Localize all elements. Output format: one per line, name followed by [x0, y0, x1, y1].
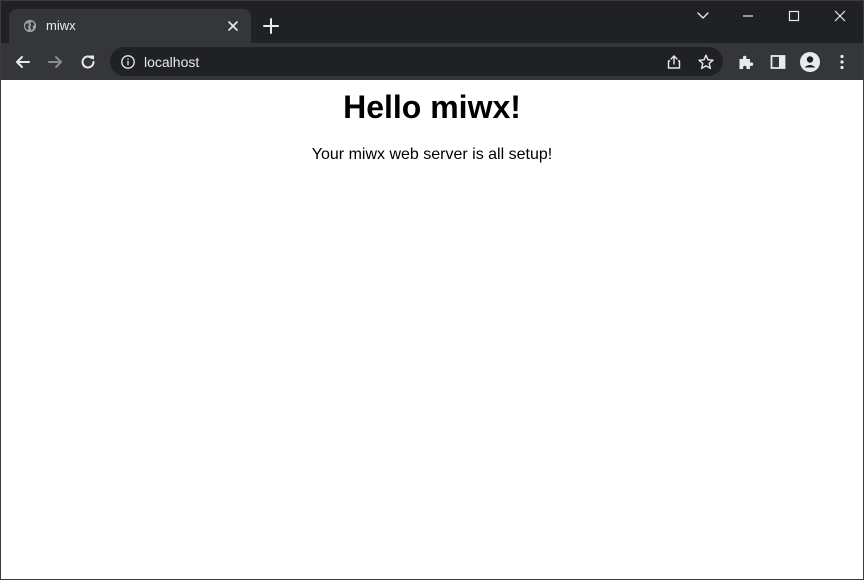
- info-icon[interactable]: [120, 54, 136, 70]
- minimize-icon: [743, 15, 753, 17]
- new-tab-icon[interactable]: [261, 16, 281, 36]
- puzzle-icon[interactable]: [736, 52, 756, 72]
- close-window-button[interactable]: [817, 1, 863, 31]
- maximize-button[interactable]: [771, 1, 817, 31]
- side-panel-icon[interactable]: [768, 52, 788, 72]
- star-icon[interactable]: [697, 53, 715, 71]
- forward-icon[interactable]: [45, 52, 65, 72]
- maximize-icon: [788, 10, 800, 22]
- globe-icon: [23, 19, 37, 33]
- close-tab-icon[interactable]: [225, 18, 241, 34]
- url-text[interactable]: localhost: [144, 54, 199, 70]
- minimize-button[interactable]: [725, 1, 771, 31]
- page-text: Your miwx web server is all setup!: [311, 146, 553, 163]
- menu-dots-icon[interactable]: [832, 52, 852, 72]
- tab-search-icon[interactable]: [694, 7, 712, 25]
- tab-strip: miwx: [1, 1, 863, 43]
- reload-icon[interactable]: [78, 52, 98, 72]
- tab-title: miwx: [46, 18, 76, 33]
- page-viewport: Hello miwx! Your miwx web server is all …: [1, 80, 863, 579]
- tab-miwx[interactable]: miwx: [9, 9, 251, 43]
- close-icon: [834, 10, 846, 22]
- page-heading: Hello miwx!: [343, 89, 521, 125]
- browser-toolbar: localhost: [1, 43, 863, 80]
- address-bar[interactable]: localhost: [110, 47, 723, 76]
- browser-window: miwx localhost Hello miwx! Your miwx web…: [0, 0, 864, 580]
- back-icon[interactable]: [13, 52, 33, 72]
- share-icon[interactable]: [665, 53, 683, 71]
- profile-icon[interactable]: [799, 51, 821, 73]
